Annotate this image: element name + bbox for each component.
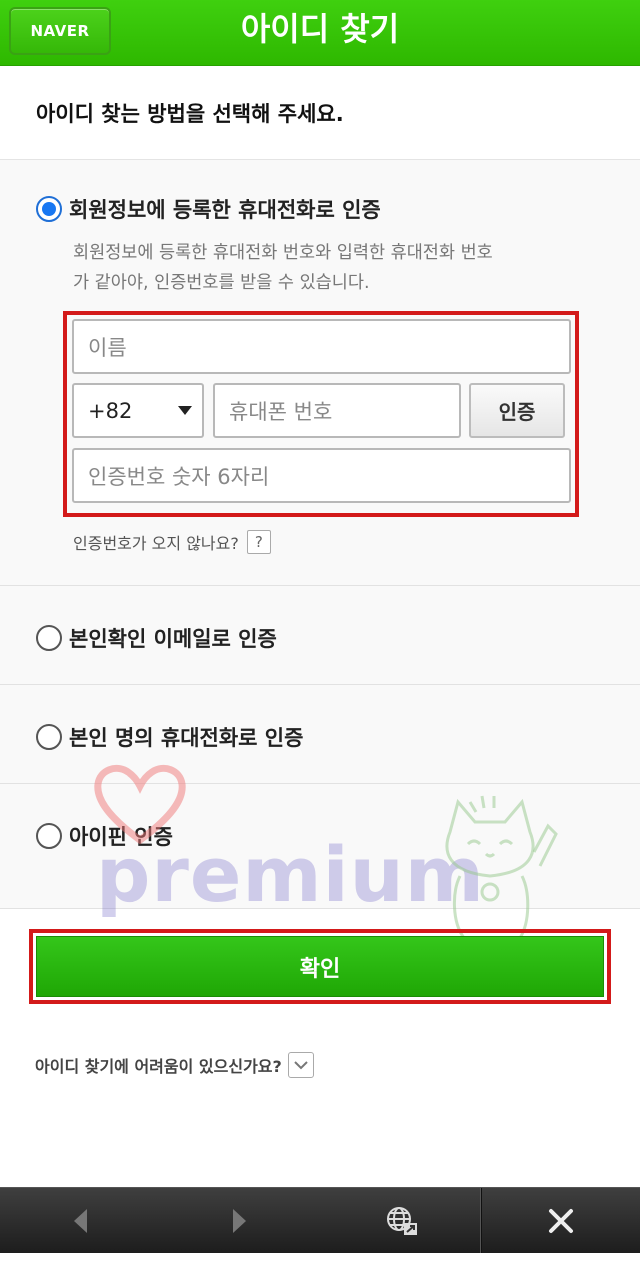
radio-unchecked-icon[interactable] (36, 823, 62, 849)
phone-auth-form: 이름 +82 휴대폰 번호 인증 인증번호 숫자 6자리 (63, 311, 579, 517)
option-email: 본인확인 이메일로 인증 (0, 586, 640, 685)
name-input[interactable]: 이름 (72, 319, 571, 374)
option-description: 회원정보에 등록한 휴대전화 번호와 입력한 휴대전화 번호 가 같아야, 인증… (73, 238, 618, 298)
trouble-text: 아이디 찾기에 어려움이 있으신가요? (35, 1057, 282, 1076)
auth-code-input[interactable]: 인증번호 숫자 6자리 (72, 448, 571, 503)
country-code-value: +82 (88, 398, 133, 423)
request-auth-button[interactable]: 인증 (469, 383, 565, 438)
help-text: 인증번호가 오지 않나요? (73, 534, 239, 553)
close-icon (549, 1209, 573, 1233)
radio-unchecked-icon[interactable] (36, 724, 62, 750)
option-label: 본인 명의 휴대전화로 인증 (69, 726, 304, 750)
option-own-phone: 본인 명의 휴대전화로 인증 (0, 685, 640, 784)
back-icon (74, 1209, 87, 1233)
radio-ipin[interactable]: 아이핀 인증 (36, 821, 173, 851)
option-ipin: 아이핀 인증 (0, 784, 640, 909)
naver-home-button[interactable]: NAVER (9, 7, 111, 55)
option-registered-phone: 회원정보에 등록한 휴대전화로 인증 회원정보에 등록한 휴대전화 번호와 입력… (0, 160, 640, 586)
browser-bottom-bar (0, 1187, 640, 1254)
radio-checked-icon[interactable] (36, 196, 62, 222)
forward-icon (233, 1209, 246, 1233)
browser-menu-button[interactable] (362, 1188, 442, 1254)
instruction-text: 아이디 찾는 방법을 선택해 주세요. (0, 66, 640, 160)
options-area: 회원정보에 등록한 휴대전화로 인증 회원정보에 등록한 휴대전화 번호와 입력… (0, 160, 640, 909)
caret-down-icon (178, 406, 192, 415)
option-label: 본인확인 이메일로 인증 (69, 627, 277, 651)
code-not-received-help: 인증번호가 오지 않나요? ? (73, 530, 271, 554)
chevron-down-icon[interactable] (287, 1052, 314, 1078)
confirm-button[interactable]: 확인 (36, 936, 604, 997)
forward-button[interactable] (200, 1188, 280, 1254)
phone-number-input[interactable]: 휴대폰 번호 (213, 383, 461, 438)
radio-unchecked-icon[interactable] (36, 625, 62, 651)
description-line: 가 같아야, 인증번호를 받을 수 있습니다. (73, 273, 370, 293)
radio-registered-phone[interactable]: 회원정보에 등록한 휴대전화로 인증 (36, 194, 381, 224)
radio-own-phone[interactable]: 본인 명의 휴대전화로 인증 (36, 722, 303, 752)
option-label: 회원정보에 등록한 휴대전화로 인증 (69, 198, 381, 222)
bottom-spacer (0, 1253, 640, 1280)
description-line: 회원정보에 등록한 휴대전화 번호와 입력한 휴대전화 번호 (73, 243, 493, 263)
radio-email[interactable]: 본인확인 이메일로 인증 (36, 623, 277, 653)
trouble-help-toggle[interactable]: 아이디 찾기에 어려움이 있으신가요? (35, 1052, 314, 1078)
header-bar: 아이디 찾기 NAVER (0, 0, 640, 66)
question-icon[interactable]: ? (246, 530, 271, 554)
back-button[interactable] (40, 1188, 120, 1254)
option-label: 아이핀 인증 (69, 825, 173, 849)
confirm-highlight: 확인 (29, 929, 611, 1004)
globe-icon (387, 1207, 417, 1235)
close-browser-button[interactable] (482, 1188, 640, 1254)
country-code-select[interactable]: +82 (72, 383, 204, 438)
